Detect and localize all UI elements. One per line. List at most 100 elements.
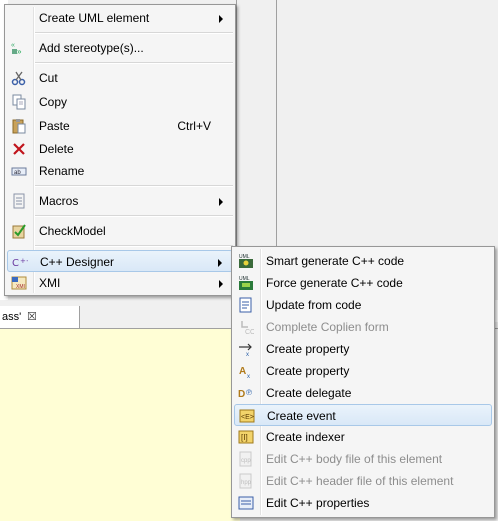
menu-item-label: XMI [39, 276, 61, 290]
svg-text:[I]: [I] [241, 433, 248, 442]
menu-separator [35, 32, 233, 34]
menu-item-label: Create event [267, 409, 336, 423]
menu-item-label: Complete Coplien form [266, 320, 389, 334]
cpp-designer-submenu: UML Smart generate C++ code UML Force ge… [231, 246, 495, 518]
copy-icon [12, 94, 26, 110]
header-file-icon: hpp [239, 473, 252, 489]
create-property-icon: x [239, 343, 252, 357]
paste-icon [12, 119, 26, 134]
menu-item-label: Edit C++ properties [266, 496, 370, 510]
create-indexer-icon: [I] [238, 430, 254, 444]
update-code-icon [239, 297, 252, 313]
stereotype-icon: «» [11, 42, 22, 56]
menu-item-paste[interactable]: Paste Ctrl+V [7, 115, 233, 137]
macro-icon [13, 193, 25, 209]
delete-x-icon [13, 143, 25, 155]
menu-item-label: Copy [39, 95, 68, 109]
menu-item-xmi[interactable]: XMI XMI [7, 272, 233, 294]
svg-text:hpp: hpp [241, 480, 252, 486]
submenu-item-edit-cpp-properties[interactable]: Edit C++ properties [234, 492, 492, 514]
svg-text:x: x [247, 374, 250, 379]
menu-item-macros[interactable]: Macros [7, 190, 233, 212]
submenu-item-smart-generate[interactable]: UML Smart generate C++ code [234, 250, 492, 272]
menu-item-label: Delete [39, 142, 74, 156]
editor-tab-label: ass' [2, 311, 22, 323]
svg-text:CO: CO [245, 329, 254, 335]
svg-text:C: C [12, 258, 19, 269]
menu-item-checkmodel[interactable]: CheckModel [7, 220, 233, 242]
menu-separator [35, 215, 233, 217]
submenu-arrow-icon [219, 280, 223, 288]
scissors-icon [11, 71, 26, 86]
menu-separator [35, 245, 233, 247]
editor-area[interactable] [0, 329, 240, 521]
close-icon[interactable]: ☒ [27, 306, 37, 328]
submenu-item-update-from-code[interactable]: Update from code [234, 294, 492, 316]
menu-item-delete[interactable]: Delete [7, 138, 233, 160]
smart-generate-icon: UML [239, 254, 253, 268]
menu-item-copy[interactable]: Copy [7, 91, 233, 113]
menu-item-label: C++ Designer [40, 255, 115, 269]
svg-text:D: D [238, 389, 245, 400]
cpp-designer-icon: C ++ [12, 257, 28, 269]
menu-item-label: CheckModel [39, 224, 106, 238]
submenu-item-create-delegate[interactable]: D ℗ Create delegate [234, 382, 492, 404]
svg-text:A: A [239, 366, 246, 377]
menu-separator [35, 62, 233, 64]
svg-text:XMI: XMI [16, 284, 25, 290]
submenu-item-create-indexer[interactable]: [I] Create indexer [234, 426, 492, 448]
submenu-item-create-property[interactable]: x Create property [234, 338, 492, 360]
force-generate-icon: UML [239, 276, 253, 290]
menu-item-label: Edit C++ body file of this element [266, 452, 443, 466]
checkmodel-icon [12, 224, 26, 239]
svg-text:℗: ℗ [246, 388, 252, 397]
menu-item-cut[interactable]: Cut [7, 67, 233, 89]
menu-item-label: Force generate C++ code [266, 276, 403, 290]
create-property-alt-icon: A x [239, 366, 250, 379]
menu-item-label: Rename [39, 164, 85, 178]
menu-item-label: Smart generate C++ code [266, 254, 405, 268]
create-event-icon: <E> [239, 409, 255, 423]
submenu-item-force-generate[interactable]: UML Force generate C++ code [234, 272, 492, 294]
menu-item-label: Cut [39, 71, 58, 85]
submenu-arrow-icon [218, 259, 222, 267]
shortcut-label: Ctrl+V [177, 119, 211, 133]
svg-text:cpp: cpp [241, 458, 251, 464]
menu-item-label: Macros [39, 194, 79, 208]
xmi-icon: XMI [11, 276, 27, 290]
svg-text:ab: ab [14, 170, 21, 176]
menu-item-label: Create indexer [266, 430, 345, 444]
cpp-properties-icon [238, 496, 254, 510]
submenu-item-create-property-2[interactable]: A x Create property [234, 360, 492, 382]
menu-separator [35, 185, 233, 187]
submenu-item-edit-header-file[interactable]: hpp Edit C++ header file of this element [234, 470, 492, 492]
coplien-icon: CO [241, 321, 254, 335]
menu-item-label: Update from code [266, 298, 362, 312]
editor-tab[interactable]: ass' ☒ [0, 306, 80, 328]
body-file-icon: cpp [239, 451, 252, 467]
menu-item-add-stereotype[interactable]: «» Add stereotype(s)... [7, 37, 233, 59]
svg-text:»: » [17, 47, 22, 56]
menu-item-rename[interactable]: ab Rename [7, 160, 233, 182]
create-delegate-icon: D ℗ [238, 388, 252, 400]
menu-item-label: Create delegate [266, 386, 352, 400]
svg-text:UML: UML [239, 254, 250, 260]
menu-item-cpp-designer[interactable]: C ++ C++ Designer [7, 250, 233, 272]
submenu-arrow-icon [219, 198, 223, 206]
menu-item-create-uml-element[interactable]: Create UML element [7, 7, 233, 29]
context-menu: Create UML element «» Add stereotype(s).… [4, 4, 236, 296]
submenu-arrow-icon [219, 15, 223, 23]
menu-item-label: Add stereotype(s)... [39, 41, 144, 55]
menu-item-label: Paste [39, 119, 70, 133]
menu-item-label: Create property [266, 342, 350, 356]
submenu-item-coplien-form[interactable]: CO Complete Coplien form [234, 316, 492, 338]
svg-text:UML: UML [239, 276, 250, 282]
svg-text:x: x [246, 352, 249, 357]
svg-text:++: ++ [20, 257, 28, 265]
svg-text:«: « [11, 42, 15, 49]
submenu-item-edit-body-file[interactable]: cpp Edit C++ body file of this element [234, 448, 492, 470]
menu-item-label: Create property [266, 364, 350, 378]
menu-item-label: Edit C++ header file of this element [266, 474, 454, 488]
rename-icon: ab [11, 167, 27, 176]
submenu-item-create-event[interactable]: <E> Create event [234, 404, 492, 426]
